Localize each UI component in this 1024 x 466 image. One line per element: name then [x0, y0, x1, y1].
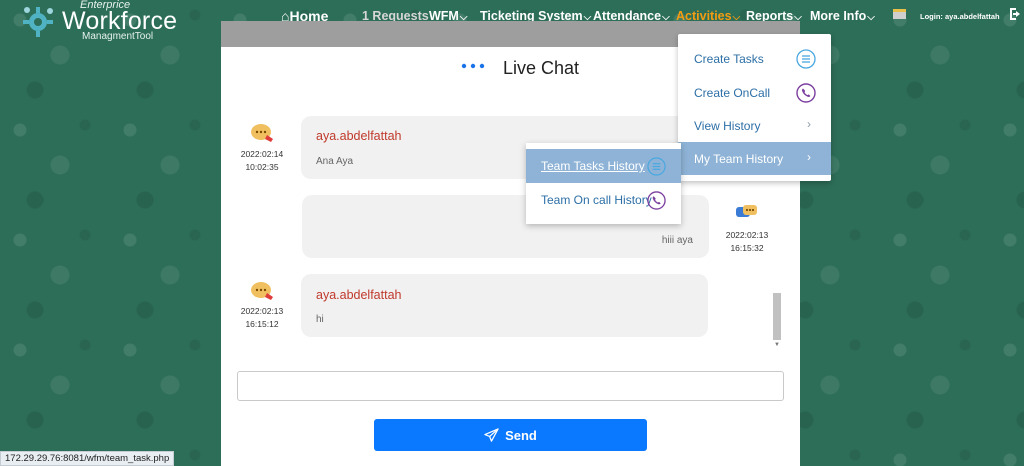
- message-timestamp: 2022:02:13 16:15:12: [237, 305, 287, 331]
- chevron-right-icon: ›: [807, 150, 811, 164]
- chat-bubble-icon: [251, 282, 273, 300]
- nav-more-info-label: More Info: [810, 9, 867, 23]
- menu-item-label: Create OnCall: [694, 86, 771, 100]
- message-input[interactable]: [237, 371, 784, 401]
- menu-team-tasks-history[interactable]: Team Tasks History: [526, 149, 681, 183]
- send-button[interactable]: Send: [374, 419, 647, 451]
- scrollbar-thumb[interactable]: [773, 293, 781, 340]
- menu-team-oncall-history[interactable]: Team On call History: [526, 183, 681, 217]
- chat-bubble-icon: [736, 205, 757, 217]
- list-icon: [796, 49, 816, 69]
- menu-create-tasks[interactable]: Create Tasks: [678, 42, 831, 75]
- more-dots-icon[interactable]: [461, 63, 485, 69]
- message-time: 10:02:35: [245, 162, 279, 172]
- message-date: 2022:02:14: [240, 149, 284, 159]
- menu-item-label: My Team History: [694, 152, 784, 166]
- nav-more-info[interactable]: More Info⌵: [810, 9, 875, 23]
- paper-plane-icon: [484, 427, 499, 442]
- chevron-down-icon: ⌵: [867, 12, 875, 23]
- logout-icon[interactable]: [1008, 7, 1022, 21]
- status-bar-url: 172.29.29.76:8081/wfm/team_task.php: [0, 451, 175, 466]
- brand-tagline: ManagmentTool: [82, 31, 154, 42]
- menu-item-label: Create Tasks: [694, 52, 764, 66]
- message-text: Ana Aya: [316, 156, 354, 167]
- message-timestamp: 2022:02:13 16:15:32: [722, 229, 772, 255]
- login-label: Login: aya.abdelfattah: [920, 12, 1000, 21]
- message-date: 2022:02:13: [725, 230, 769, 240]
- phone-icon: [647, 191, 666, 210]
- scroll-down-arrow-icon[interactable]: ▼: [774, 342, 780, 348]
- flag-icon[interactable]: [893, 9, 906, 19]
- message-timestamp: 2022:02:14 10:02:35: [237, 148, 287, 174]
- message-sender: aya.abdelfattah: [316, 288, 402, 302]
- message-bubble: aya.abdelfattah hi: [301, 274, 708, 337]
- chat-title: Live Chat: [503, 58, 580, 78]
- message-time: 16:15:12: [245, 319, 279, 329]
- activities-dropdown: Create Tasks Create OnCall View History …: [678, 34, 831, 181]
- send-button-label: Send: [505, 427, 537, 443]
- phone-icon: [796, 83, 816, 103]
- menu-item-label: View History: [694, 119, 761, 133]
- menu-my-team-history[interactable]: My Team History ›: [678, 142, 831, 175]
- chat-bubble-icon: [251, 124, 273, 142]
- brand-logo[interactable]: Enterprice Workforce ManagmentTool: [14, 0, 194, 44]
- message-sender: aya.abdelfattah: [316, 129, 402, 143]
- menu-view-history[interactable]: View History ›: [678, 109, 831, 142]
- message-date: 2022:02:13: [240, 306, 284, 316]
- menu-create-oncall[interactable]: Create OnCall: [678, 76, 831, 109]
- menu-item-label: Team Tasks History: [541, 159, 645, 173]
- chevron-right-icon: ›: [807, 117, 811, 131]
- team-history-submenu: Team Tasks History Team On call History: [526, 143, 681, 224]
- message-text: hiii aya: [661, 235, 693, 246]
- menu-item-label: Team On call History: [541, 193, 652, 207]
- list-icon: [647, 157, 666, 176]
- message-text: hi: [316, 314, 324, 325]
- gear-logo-icon: [23, 7, 53, 37]
- message-time: 16:15:32: [730, 243, 764, 253]
